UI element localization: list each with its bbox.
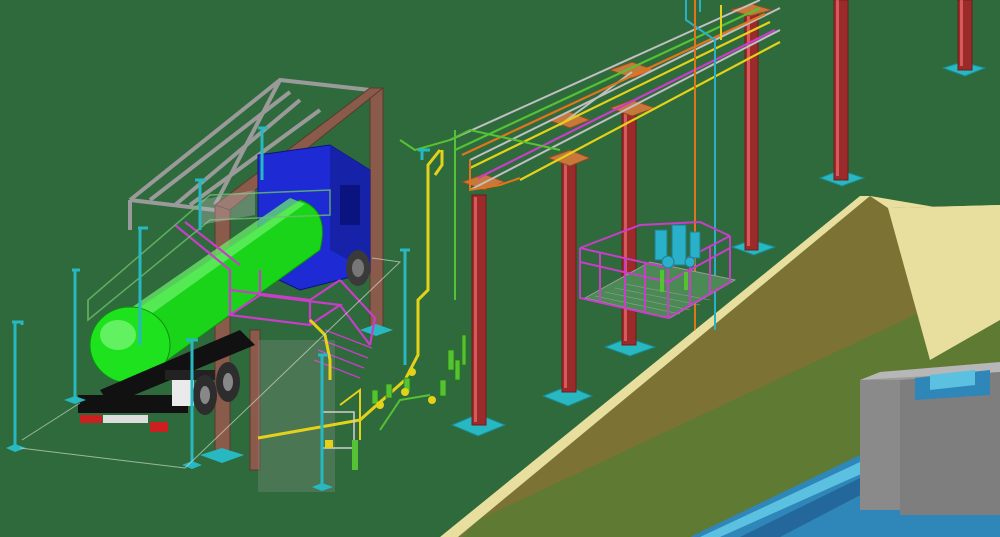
plant-model-drawing: [0, 0, 1000, 537]
cad-3d-viewport[interactable]: [0, 0, 1000, 537]
outlet-structure: [860, 362, 1000, 515]
